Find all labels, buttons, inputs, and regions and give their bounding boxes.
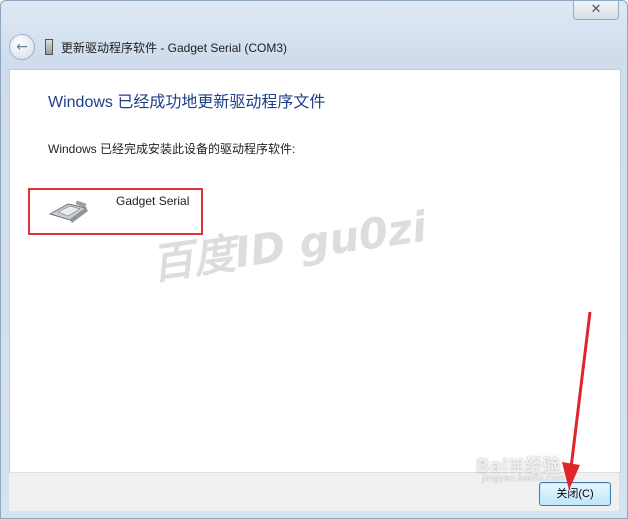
back-button[interactable]: ←: [9, 34, 35, 60]
close-icon: ✕: [590, 2, 602, 17]
baidu-url: jingyan.baidu.com: [482, 474, 566, 484]
back-arrow-icon: ←: [16, 39, 28, 55]
window-header: ← 更新驱动程序软件 - Gadget Serial (COM3): [9, 31, 617, 63]
close-button[interactable]: 关闭(C): [539, 482, 611, 506]
success-heading: Windows 已经成功地更新驱动程序文件: [48, 94, 326, 111]
window-close-button[interactable]: ✕: [573, 1, 619, 20]
content-panel: Windows 已经成功地更新驱动程序文件 Windows 已经完成安装此设备的…: [9, 69, 621, 473]
usb-device-icon: [45, 39, 53, 55]
install-description: Windows 已经完成安装此设备的驱动程序软件:: [48, 142, 296, 156]
window-title: 更新驱动程序软件 - Gadget Serial (COM3): [61, 40, 288, 55]
